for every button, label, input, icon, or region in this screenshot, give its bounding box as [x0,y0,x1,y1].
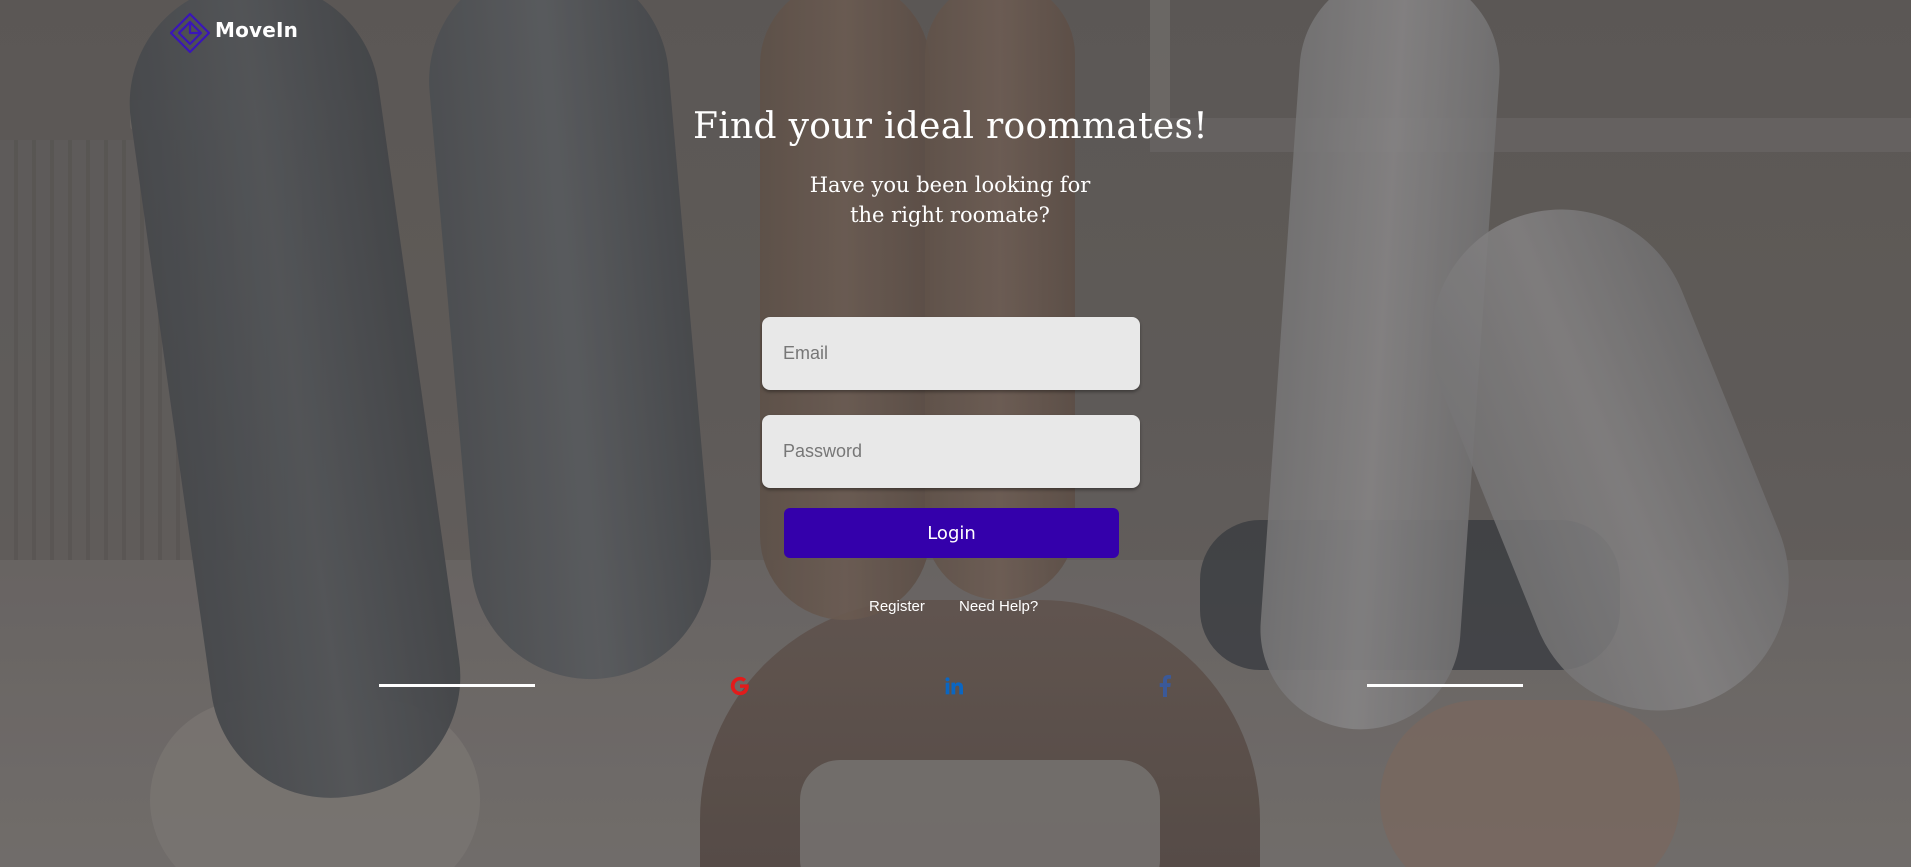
password-input[interactable] [762,415,1140,488]
divider-left [379,684,535,687]
linkedin-icon [945,677,963,695]
email-input[interactable] [762,317,1140,390]
register-link[interactable]: Register [869,598,925,615]
google-login-button[interactable] [726,672,754,700]
brand-name: MoveIn [215,18,299,42]
login-button[interactable]: Login [784,508,1119,558]
divider-right [1367,684,1523,687]
brand-logo-link[interactable]: MoveIn [167,10,298,56]
need-help-link[interactable]: Need Help? [959,598,1038,615]
diamond-logo-icon [169,12,211,54]
page-subtitle: Have you been looking for the right room… [809,173,1091,227]
google-icon [730,676,749,696]
page-title: Find your ideal roommates! [692,106,1209,147]
linkedin-login-button[interactable] [940,672,968,700]
facebook-login-button[interactable] [1151,672,1179,700]
facebook-icon [1159,675,1171,697]
login-page: MoveIn Find your ideal roommates! Have y… [0,0,1911,867]
